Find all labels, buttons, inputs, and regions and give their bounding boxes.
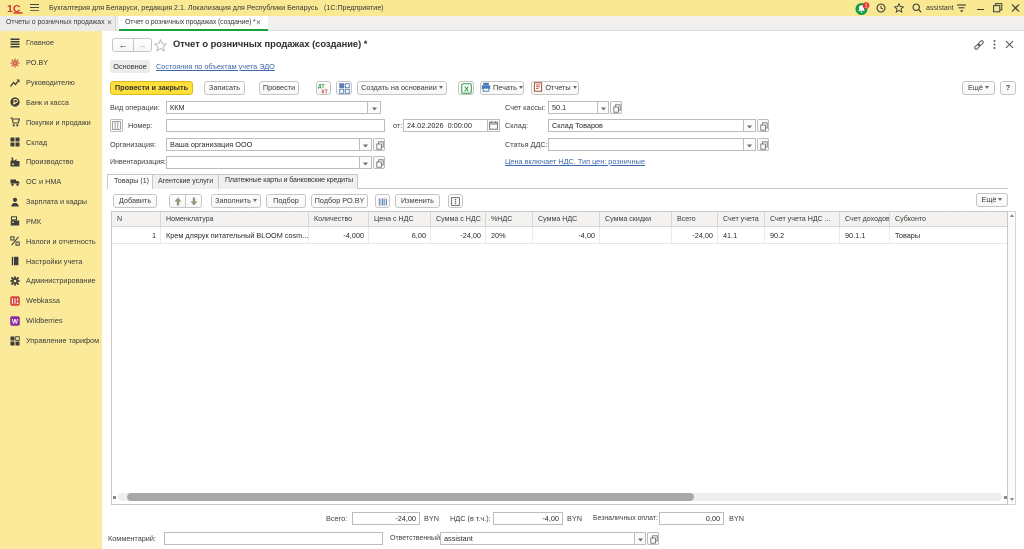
svg-text:1: 1	[864, 4, 867, 10]
svg-text:X: X	[463, 84, 468, 93]
svg-text:КТ: КТ	[322, 90, 328, 95]
svg-text:W: W	[12, 318, 19, 325]
